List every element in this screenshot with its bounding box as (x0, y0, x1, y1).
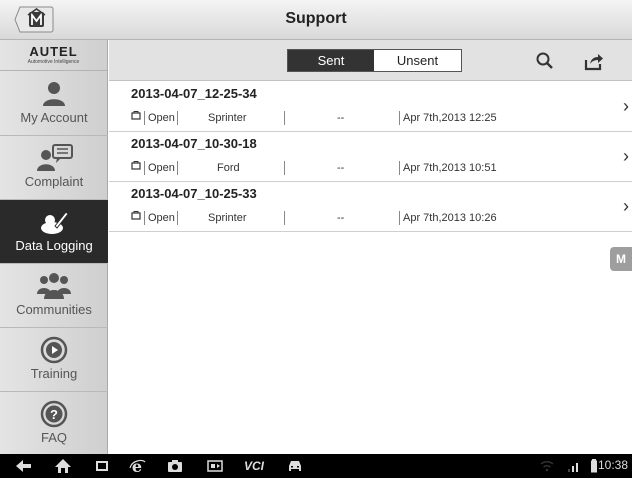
divider (144, 111, 145, 125)
tab-unsent[interactable]: Unsent (374, 50, 461, 71)
record-placeholder: -- (337, 212, 345, 224)
sidebar-item-label: My Account (20, 110, 88, 125)
record-status: Open (148, 112, 175, 124)
record-details: Open Sprinter -- Apr 7th,2013 10:26 (131, 210, 551, 226)
divider (284, 111, 285, 125)
sidebar: AUTEL Automotive Intelligence My Account… (0, 40, 108, 454)
divider (284, 211, 285, 225)
record-title: 2013-04-07_12-25-34 (131, 86, 257, 101)
divider (177, 211, 178, 225)
car-icon[interactable] (286, 458, 304, 474)
record-vehicle: Sprinter (208, 212, 247, 224)
sidebar-item-complaint[interactable]: Complaint (0, 136, 108, 200)
recent-apps-icon[interactable] (94, 458, 110, 474)
record-title: 2013-04-07_10-25-33 (131, 186, 257, 201)
sidebar-item-faq[interactable]: ? FAQ (0, 392, 108, 456)
complaint-icon (0, 144, 108, 172)
battery-icon (590, 458, 598, 474)
record-list: 2013-04-07_12-25-34 Open Sprinter -- Apr… (109, 82, 632, 232)
sidebar-item-data-logging[interactable]: Data Logging (0, 200, 108, 264)
title-bar: Support (0, 0, 632, 40)
signal-icon (566, 458, 582, 474)
toolbar: Sent Unsent (109, 40, 632, 81)
record-date: Apr 7th,2013 12:25 (403, 112, 497, 124)
camera-icon[interactable] (166, 458, 184, 474)
brand-tagline: Automotive Intelligence (27, 59, 80, 65)
chevron-right-icon[interactable]: › (623, 146, 629, 167)
list-item[interactable]: 2013-04-07_10-25-33 Open Sprinter -- Apr… (109, 182, 632, 232)
divider (399, 111, 400, 125)
brand-name: AUTEL (29, 44, 78, 59)
page-title: Support (285, 10, 347, 27)
sent-unsent-toggle: Sent Unsent (287, 49, 462, 72)
data-logging-icon (0, 208, 108, 236)
list-item[interactable]: 2013-04-07_12-25-34 Open Sprinter -- Apr… (109, 82, 632, 132)
sidebar-item-communities[interactable]: Communities (0, 264, 108, 328)
record-vehicle: Sprinter (208, 112, 247, 124)
divider (144, 211, 145, 225)
divider (177, 111, 178, 125)
sidebar-item-label: Data Logging (15, 238, 93, 253)
record-vehicle: Ford (217, 162, 240, 174)
person-icon (0, 80, 108, 108)
floating-menu-button[interactable]: M (610, 247, 632, 271)
record-date: Apr 7th,2013 10:26 (403, 212, 497, 224)
browser-icon[interactable]: e (128, 457, 146, 476)
sidebar-item-label: Complaint (24, 174, 84, 189)
screenshot-icon[interactable] (206, 458, 224, 474)
record-title: 2013-04-07_10-30-18 (131, 136, 257, 151)
divider (177, 161, 178, 175)
record-status: Open (148, 212, 175, 224)
people-icon (0, 272, 108, 300)
divider (144, 161, 145, 175)
chevron-right-icon[interactable]: › (623, 196, 629, 217)
record-details: Open Sprinter -- Apr 7th,2013 12:25 (131, 110, 551, 126)
search-icon[interactable] (535, 51, 555, 71)
attachment-icon (131, 210, 141, 227)
divider (399, 161, 400, 175)
brand-logo: AUTEL Automotive Intelligence (0, 40, 107, 71)
tab-sent[interactable]: Sent (288, 50, 374, 71)
chevron-right-icon[interactable]: › (623, 96, 629, 117)
sidebar-item-my-account[interactable]: My Account (0, 72, 108, 136)
share-icon[interactable] (583, 50, 605, 72)
wifi-icon (540, 458, 554, 474)
sidebar-item-label: Training (30, 366, 78, 381)
svg-text:?: ? (50, 407, 58, 422)
divider (399, 211, 400, 225)
record-placeholder: -- (337, 162, 345, 174)
record-date: Apr 7th,2013 10:51 (403, 162, 497, 174)
record-details: Open Ford -- Apr 7th,2013 10:51 (131, 160, 551, 176)
question-icon: ? (0, 400, 108, 428)
attachment-icon (131, 160, 141, 177)
record-status: Open (148, 162, 175, 174)
list-item[interactable]: 2013-04-07_10-30-18 Open Ford -- Apr 7th… (109, 132, 632, 182)
divider (284, 161, 285, 175)
sidebar-item-training[interactable]: Training (0, 328, 108, 392)
status-clock: 10:38 (597, 458, 628, 472)
record-placeholder: -- (337, 112, 345, 124)
sidebar-item-label: FAQ (40, 430, 67, 445)
sidebar-item-label: Communities (16, 302, 92, 317)
play-icon (0, 336, 108, 364)
home-icon[interactable] (54, 458, 72, 474)
vci-icon[interactable]: VCI (244, 458, 264, 474)
system-navigation-bar: e VCI 10:38 (0, 454, 632, 478)
attachment-icon (131, 110, 141, 127)
back-icon[interactable] (14, 458, 34, 474)
